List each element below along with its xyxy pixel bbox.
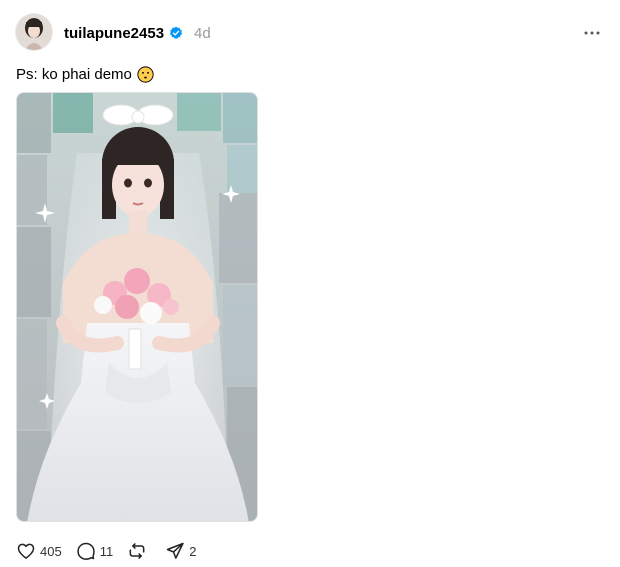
verified-badge-icon xyxy=(169,26,183,40)
share-button[interactable]: 2 xyxy=(165,541,196,561)
post-caption: Ps: ko phai demo xyxy=(16,64,154,84)
share-count: 2 xyxy=(189,543,197,559)
avatar[interactable] xyxy=(16,14,52,50)
comment-count: 11 xyxy=(99,543,114,559)
like-count: 405 xyxy=(40,543,62,559)
like-button[interactable]: 405 xyxy=(16,541,62,561)
heart-icon xyxy=(17,543,35,559)
send-icon xyxy=(166,542,184,559)
post-image[interactable] xyxy=(16,92,258,522)
post-actions: 405 11 2 xyxy=(16,540,210,562)
more-horizontal-icon xyxy=(584,31,600,35)
post-timestamp[interactable]: 4d xyxy=(194,25,211,42)
more-options-button[interactable] xyxy=(580,22,604,44)
repost-button[interactable] xyxy=(127,541,151,561)
caption-text: Ps: ko phai demo xyxy=(16,65,132,83)
post-header: tuilapune2453 4d xyxy=(64,22,211,44)
comment-icon xyxy=(77,542,95,560)
username[interactable]: tuilapune2453 xyxy=(64,25,164,42)
flushed-face-emoji-icon xyxy=(137,65,154,83)
repost-icon xyxy=(129,543,145,559)
thread-post: tuilapune2453 4d Ps: ko phai demo 405 11… xyxy=(0,0,620,567)
comment-button[interactable]: 11 xyxy=(76,541,114,561)
